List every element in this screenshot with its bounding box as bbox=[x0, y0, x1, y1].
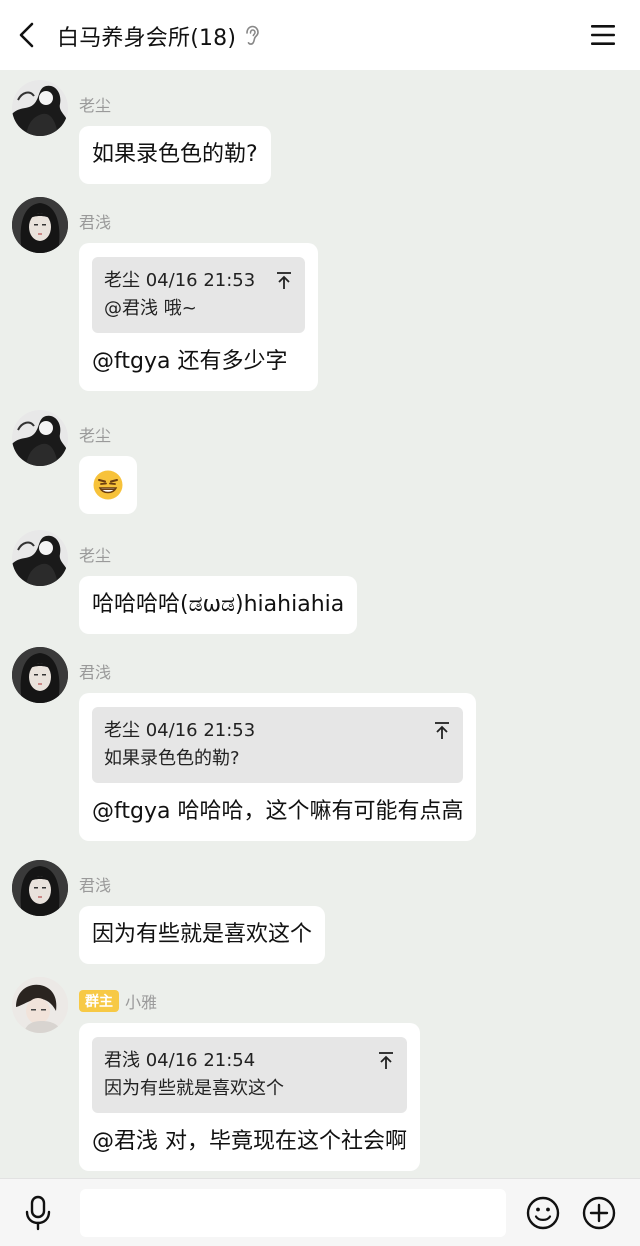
message-bubble[interactable]: 哈哈哈哈(ಡωಡ)hiahiahia bbox=[79, 576, 358, 634]
back-button[interactable] bbox=[14, 21, 42, 49]
message-bubble[interactable]: 如果录色色的勒? bbox=[79, 126, 271, 184]
quote-body: 因为有些就是喜欢这个 bbox=[104, 1078, 284, 1099]
sender-name: 小雅 bbox=[125, 993, 158, 1012]
avatar[interactable] bbox=[12, 197, 68, 253]
sender-name: 君浅 bbox=[79, 876, 112, 895]
sender-name: 老尘 bbox=[79, 426, 112, 445]
quote-header: 老尘 04/16 21:53 bbox=[104, 270, 256, 291]
ear-icon bbox=[246, 25, 259, 45]
avatar[interactable] bbox=[12, 647, 68, 703]
message-bubble[interactable]: 老尘 04/16 21:53 如果录色色的勒? @ftgya 哈哈哈，这个嘛有可… bbox=[79, 693, 477, 841]
avatar[interactable] bbox=[12, 410, 68, 466]
jump-to-quote-icon[interactable] bbox=[433, 721, 451, 741]
sender-name: 君浅 bbox=[79, 663, 112, 682]
message-list[interactable]: 老尘 如果录色色的勒? 君浅 老尘 04/16 21:53 @君浅 哦~ @ft… bbox=[0, 70, 640, 1178]
message-bubble[interactable]: 老尘 04/16 21:53 @君浅 哦~ @ftgya 还有多少字 bbox=[79, 243, 319, 391]
avatar[interactable] bbox=[12, 530, 68, 586]
message-text: @君浅 对，毕竟现在这个社会啊 bbox=[92, 1129, 407, 1154]
message-bubble[interactable] bbox=[79, 456, 137, 514]
microphone-icon[interactable] bbox=[22, 1195, 54, 1231]
quote-body: @君浅 哦~ bbox=[104, 298, 197, 319]
chat-title: 白马养身会所(18) bbox=[57, 26, 237, 51]
sender-name: 老尘 bbox=[79, 96, 112, 115]
smirk-grin-emoji-icon bbox=[93, 470, 123, 500]
smiley-icon[interactable] bbox=[526, 1196, 560, 1230]
message-input[interactable] bbox=[80, 1189, 506, 1237]
chat-title-group[interactable]: 白马养身会所(18) bbox=[57, 20, 260, 52]
plus-circle-icon[interactable] bbox=[582, 1196, 616, 1230]
jump-to-quote-icon[interactable] bbox=[275, 271, 293, 291]
menu-button[interactable] bbox=[590, 22, 616, 48]
quote-body: 如果录色色的勒? bbox=[104, 748, 240, 769]
quoted-message[interactable]: 老尘 04/16 21:53 @君浅 哦~ bbox=[92, 257, 306, 333]
message-text: @ftgya 哈哈哈，这个嘛有可能有点高 bbox=[92, 799, 464, 824]
quote-header: 老尘 04/16 21:53 bbox=[104, 720, 256, 741]
avatar[interactable] bbox=[12, 80, 68, 136]
message-text: 如果录色色的勒? bbox=[92, 142, 258, 167]
message-text: 因为有些就是喜欢这个 bbox=[92, 922, 313, 947]
avatar[interactable] bbox=[12, 860, 68, 916]
quoted-message[interactable]: 君浅 04/16 21:54 因为有些就是喜欢这个 bbox=[92, 1037, 407, 1113]
sender-name: 君浅 bbox=[79, 213, 112, 232]
message-text: @ftgya 还有多少字 bbox=[92, 349, 288, 374]
message-bubble[interactable]: 君浅 04/16 21:54 因为有些就是喜欢这个 @君浅 对，毕竟现在这个社会… bbox=[79, 1023, 420, 1171]
chat-header: 白马养身会所(18) bbox=[0, 0, 640, 70]
quoted-message[interactable]: 老尘 04/16 21:53 如果录色色的勒? bbox=[92, 707, 464, 783]
message-bubble[interactable]: 因为有些就是喜欢这个 bbox=[79, 906, 326, 964]
jump-to-quote-icon[interactable] bbox=[377, 1051, 395, 1071]
message-text: 哈哈哈哈(ಡωಡ)hiahiahia bbox=[92, 592, 345, 617]
group-owner-badge: 群主 bbox=[79, 990, 119, 1012]
sender-name: 老尘 bbox=[79, 546, 112, 565]
quote-header: 君浅 04/16 21:54 bbox=[104, 1050, 256, 1071]
input-bar bbox=[0, 1178, 640, 1246]
avatar[interactable] bbox=[12, 977, 68, 1033]
